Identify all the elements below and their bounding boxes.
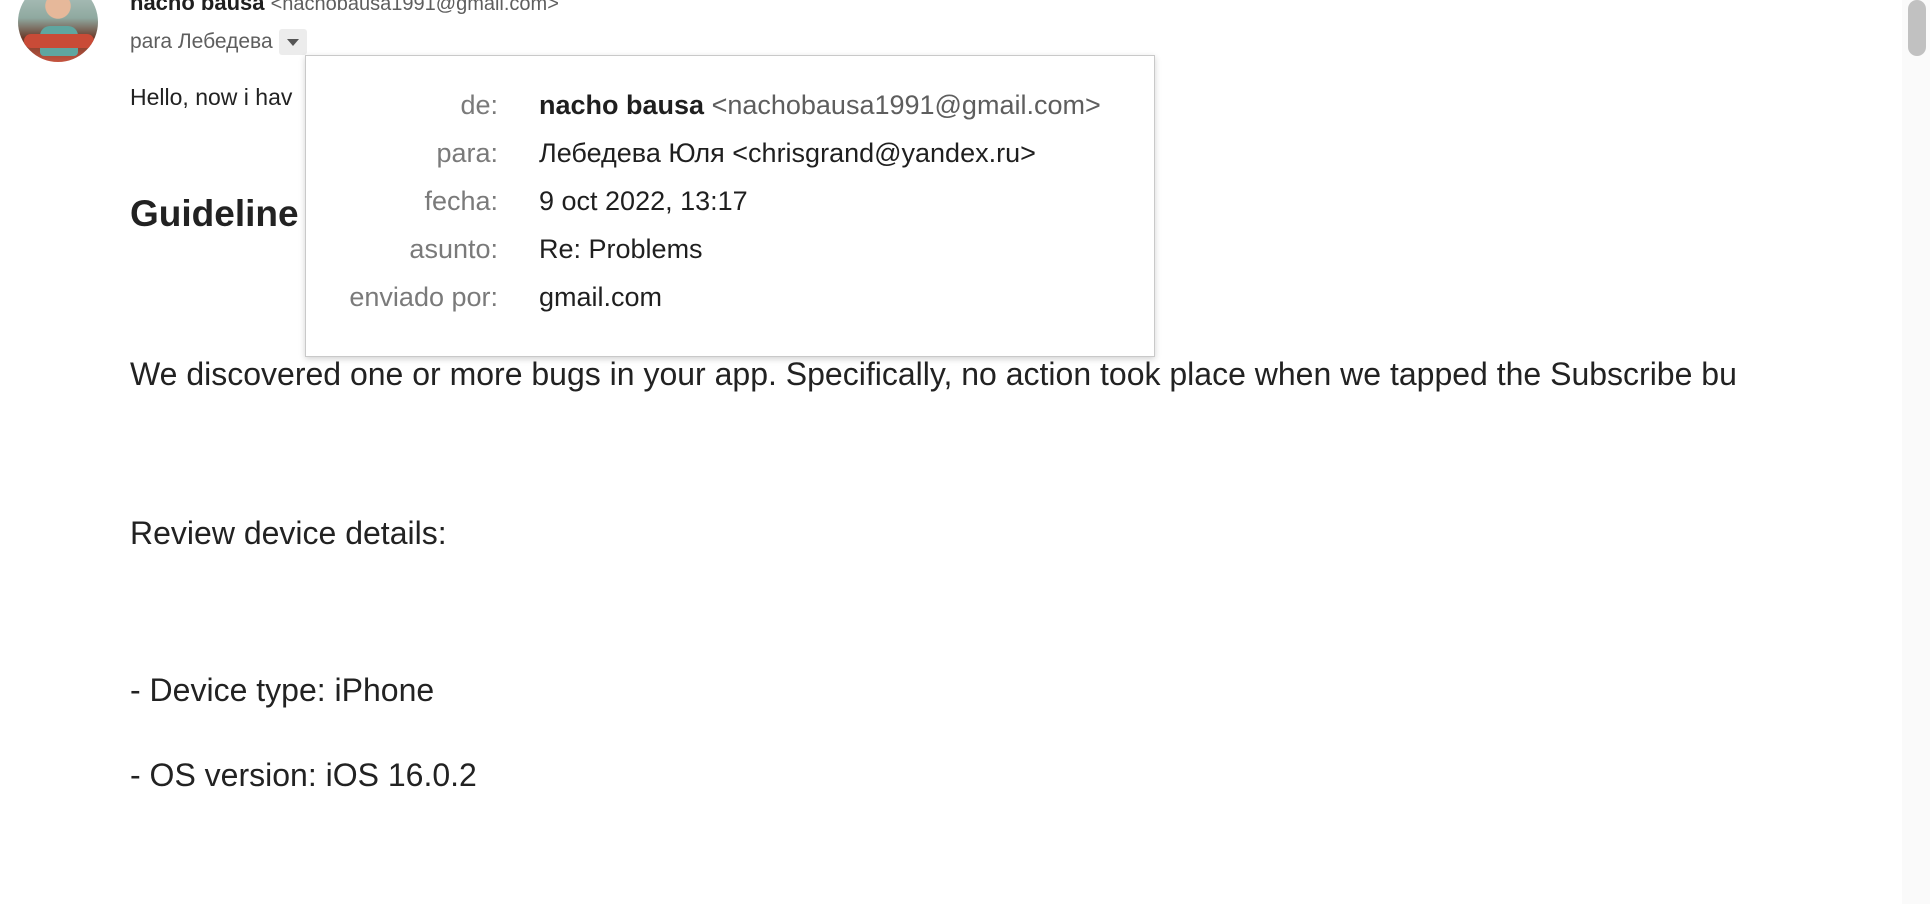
chevron-down-icon[interactable] bbox=[278, 29, 307, 55]
details-row-from: de: nacho bausa <nachobausa1991@gmail.co… bbox=[306, 90, 1154, 130]
details-row-to: para: Лебедева Юля <chrisgrand@yandex.ru… bbox=[306, 138, 1154, 178]
scrollbar-thumb[interactable] bbox=[1908, 0, 1926, 56]
details-sent-by-label: enviado por: bbox=[349, 282, 498, 312]
recipient-line: para Лебедева bbox=[130, 29, 307, 55]
details-row-sent-by: enviado por: gmail.com bbox=[306, 282, 1154, 322]
details-row-date: fecha: 9 oct 2022, 13:17 bbox=[306, 186, 1154, 226]
details-sent-by-value: gmail.com bbox=[539, 282, 663, 312]
body-paragraph: We discovered one or more bugs in your a… bbox=[130, 356, 1737, 392]
details-subject-value: Re: Problems bbox=[539, 234, 703, 264]
avatar-arm bbox=[24, 34, 94, 48]
body-heading: Guideline bbox=[130, 193, 299, 234]
sender-name[interactable]: nacho bausa bbox=[130, 0, 264, 15]
greeting-text: Hello, now i hav bbox=[130, 84, 293, 110]
details-from-value: nacho bausa <nachobausa1991@gmail.com> bbox=[539, 90, 1101, 121]
details-from-email: <nachobausa1991@gmail.com> bbox=[711, 90, 1101, 120]
details-from-label: de: bbox=[460, 90, 498, 120]
avatar[interactable] bbox=[18, 0, 98, 62]
email-view: nacho bausa <nachobausa1991@gmail.com> p… bbox=[0, 0, 1930, 904]
review-device-label: Review device details: bbox=[130, 515, 447, 551]
details-subject-label: asunto: bbox=[409, 234, 498, 264]
vertical-scrollbar[interactable] bbox=[1902, 0, 1930, 904]
details-to-label: para: bbox=[436, 138, 498, 168]
details-to-value: Лебедева Юля <chrisgrand@yandex.ru> bbox=[539, 138, 1036, 168]
os-version-text: - OS version: iOS 16.0.2 bbox=[130, 757, 477, 793]
recipient-label: para Лебедева bbox=[130, 30, 273, 53]
details-date-value: 9 oct 2022, 13:17 bbox=[539, 186, 748, 216]
sender-line: nacho bausa <nachobausa1991@gmail.com> bbox=[130, 0, 559, 16]
device-type-text: - Device type: iPhone bbox=[130, 672, 435, 708]
details-from-name: nacho bausa bbox=[539, 90, 705, 120]
sender-email: <nachobausa1991@gmail.com> bbox=[270, 0, 559, 15]
details-row-subject: asunto: Re: Problems bbox=[306, 234, 1154, 274]
details-date-label: fecha: bbox=[424, 186, 498, 216]
message-details-popup: de: nacho bausa <nachobausa1991@gmail.co… bbox=[305, 55, 1155, 357]
